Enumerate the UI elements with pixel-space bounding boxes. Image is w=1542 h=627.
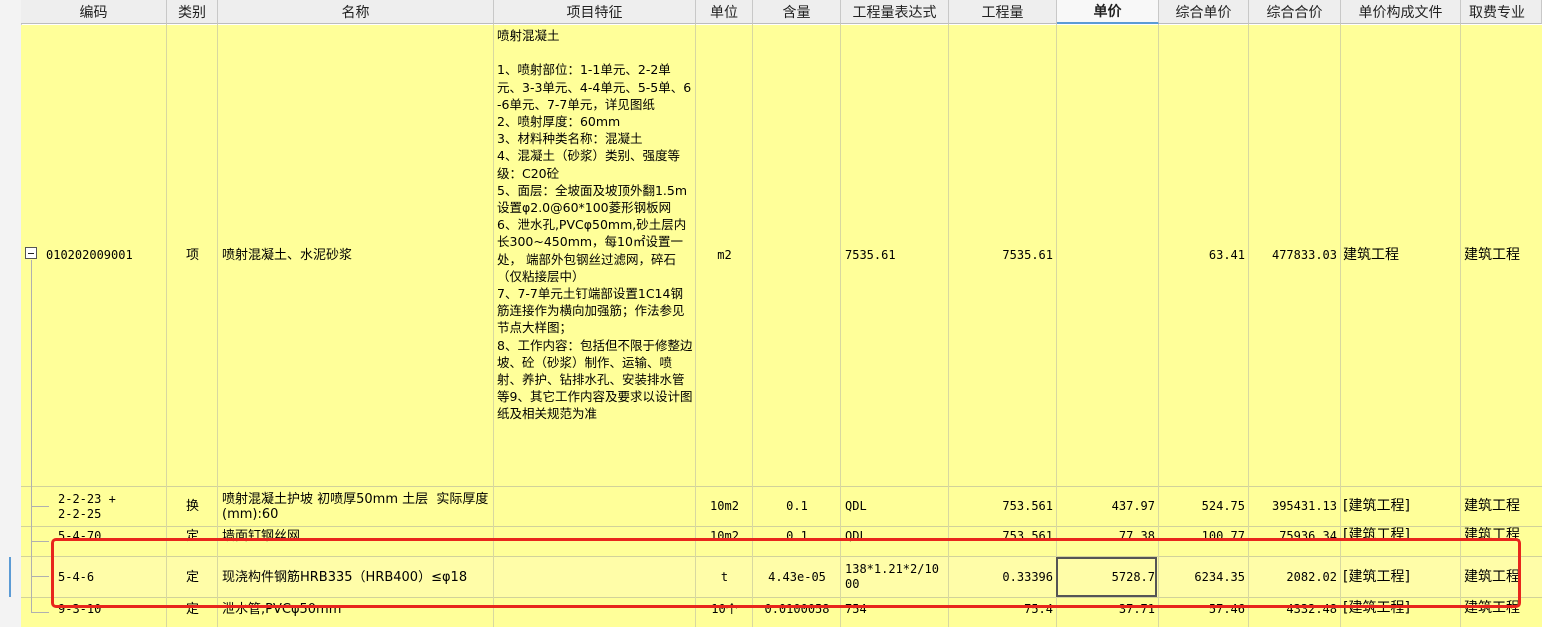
- cell-quantity[interactable]: 753.561: [949, 487, 1057, 526]
- header-comprehensive-total[interactable]: 综合合价: [1249, 0, 1341, 24]
- cell-comprehensive-total[interactable]: 395431.13: [1249, 487, 1341, 526]
- header-type[interactable]: 类别: [167, 0, 218, 24]
- cell-unit-price[interactable]: [1057, 25, 1159, 486]
- cell-features[interactable]: [494, 487, 696, 526]
- row-gutter: [0, 0, 22, 627]
- cell-price-file[interactable]: 建筑工程: [1341, 25, 1461, 486]
- cell-unit[interactable]: m2: [696, 25, 753, 486]
- cell-content[interactable]: 0.1: [753, 487, 841, 526]
- cell-code[interactable]: 2-2-23 + 2-2-25: [54, 487, 167, 526]
- header-quantity[interactable]: 工程量: [949, 0, 1057, 24]
- header-content[interactable]: 含量: [753, 0, 841, 24]
- cell-comprehensive-price[interactable]: 63.41: [1159, 25, 1249, 486]
- cell-name[interactable]: 喷射混凝土、水泥砂浆: [218, 25, 494, 486]
- header-specialty[interactable]: 取费专业: [1461, 0, 1542, 24]
- header-unit[interactable]: 单位: [696, 0, 753, 24]
- cell-comprehensive-price[interactable]: 524.75: [1159, 487, 1249, 526]
- current-row-marker: [9, 557, 11, 597]
- cell-code[interactable]: 010202009001: [42, 25, 167, 486]
- header-features[interactable]: 项目特征: [494, 0, 696, 24]
- cell-unit[interactable]: 10m2: [696, 487, 753, 526]
- cell-quantity[interactable]: 7535.61: [949, 25, 1057, 486]
- header-comprehensive-price[interactable]: 综合单价: [1159, 0, 1249, 24]
- cell-type[interactable]: 换: [167, 487, 218, 526]
- header-code[interactable]: 编码: [21, 0, 167, 24]
- header-price-file[interactable]: 单价构成文件: [1341, 0, 1461, 24]
- budget-grid: 编码 类别 名称 项目特征 单位 含量 工程量表达式 工程量 单价 综合单价 综…: [0, 0, 1542, 627]
- cell-name[interactable]: 喷射混凝土护坡 初喷厚50mm 土层 实际厚度(mm):60: [218, 487, 494, 526]
- header-name[interactable]: 名称: [218, 0, 494, 24]
- cell-type[interactable]: 项: [167, 25, 218, 486]
- cell-expression[interactable]: 7535.61: [841, 25, 949, 486]
- cell-content[interactable]: [753, 25, 841, 486]
- cell-expression[interactable]: QDL: [841, 487, 949, 526]
- cell-comprehensive-total[interactable]: 477833.03: [1249, 25, 1341, 486]
- collapse-icon[interactable]: [25, 247, 37, 259]
- header-unit-price[interactable]: 单价: [1057, 0, 1159, 24]
- cell-specialty[interactable]: 建筑工程: [1461, 25, 1542, 486]
- cell-specialty[interactable]: 建筑工程: [1461, 487, 1542, 526]
- cell-unit-price[interactable]: 437.97: [1057, 487, 1159, 526]
- cell-price-file[interactable]: [建筑工程]: [1341, 487, 1461, 526]
- red-highlight-annotation: [51, 538, 1521, 608]
- cell-features[interactable]: 喷射混凝土 1、喷射部位：1-1单元、2-2单元、3-3单元、4-4单元、5-5…: [494, 25, 696, 486]
- header-expression[interactable]: 工程量表达式: [841, 0, 949, 24]
